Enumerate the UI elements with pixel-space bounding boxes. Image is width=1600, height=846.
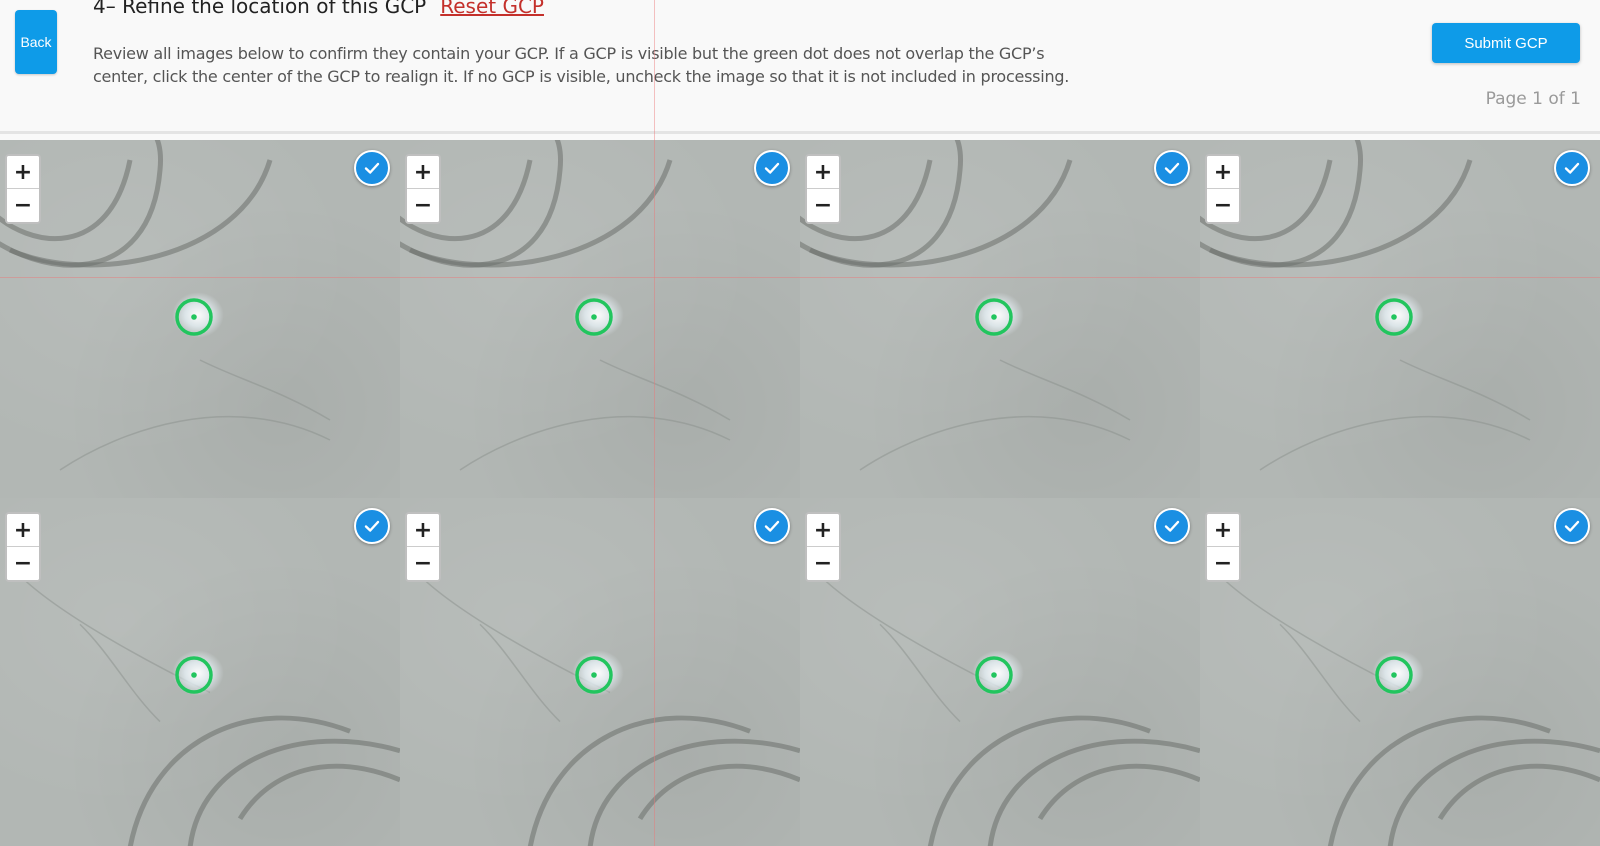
zoom-control: + − (5, 154, 41, 224)
gcp-target-icon[interactable] (974, 655, 1014, 695)
zoom-out-button[interactable]: − (407, 547, 439, 580)
zoom-in-button[interactable]: + (7, 514, 39, 547)
include-image-checkbox[interactable] (354, 508, 390, 544)
pavement-crack (859, 415, 1131, 471)
gcp-target-icon[interactable] (174, 655, 214, 695)
zoom-out-button[interactable]: − (7, 189, 39, 222)
include-image-checkbox[interactable] (1554, 150, 1590, 186)
check-icon (364, 520, 380, 532)
include-image-checkbox[interactable] (1154, 508, 1190, 544)
zoom-control: + − (405, 154, 441, 224)
tire-mark (1209, 159, 1473, 268)
zoom-control: + − (1205, 154, 1241, 224)
zoom-out-button[interactable]: − (407, 189, 439, 222)
include-image-checkbox[interactable] (1154, 150, 1190, 186)
pavement-crack (59, 415, 331, 471)
zoom-control: + − (805, 512, 841, 582)
gcp-target-icon[interactable] (574, 655, 614, 695)
tire-mark (587, 738, 800, 846)
gcp-image-tile[interactable]: + − (0, 140, 400, 498)
tire-mark (527, 715, 751, 846)
gcp-target-icon[interactable] (974, 297, 1014, 337)
check-icon (364, 162, 380, 174)
tire-mark (637, 763, 800, 821)
zoom-in-button[interactable]: + (7, 156, 39, 189)
image-grid: + − + − + − + − + − + − + − + − (0, 140, 1600, 846)
pavement-crack (999, 359, 1131, 421)
pavement-crack (1259, 415, 1531, 471)
gcp-image-tile[interactable]: + − (1200, 140, 1600, 498)
tire-mark (1437, 763, 1600, 821)
zoom-out-button[interactable]: − (1207, 189, 1239, 222)
zoom-in-button[interactable]: + (1207, 156, 1239, 189)
pavement-crack (1279, 623, 1361, 723)
header-bar: Back 4– Refine the location of this GCP … (0, 0, 1600, 134)
pavement-crack (599, 359, 731, 421)
pavement-crack (879, 623, 961, 723)
gcp-image-tile[interactable]: + − (800, 498, 1200, 846)
tire-mark (127, 715, 351, 846)
gcp-image-tile[interactable]: + − (800, 140, 1200, 498)
page-title: 4– Refine the location of this GCP (93, 0, 427, 18)
check-icon (764, 520, 780, 532)
zoom-out-button[interactable]: − (1207, 547, 1239, 580)
include-image-checkbox[interactable] (754, 150, 790, 186)
check-icon (1164, 520, 1180, 532)
pavement-crack (459, 415, 731, 471)
zoom-control: + − (405, 512, 441, 582)
pavement-crack (479, 623, 561, 723)
check-icon (1564, 162, 1580, 174)
submit-gcp-button[interactable]: Submit GCP (1432, 23, 1580, 63)
zoom-in-button[interactable]: + (807, 514, 839, 547)
zoom-out-button[interactable]: − (807, 547, 839, 580)
tire-mark (809, 159, 1073, 268)
tire-mark (9, 159, 273, 268)
check-icon (764, 162, 780, 174)
gcp-target-icon[interactable] (1374, 655, 1414, 695)
tire-mark (237, 763, 400, 821)
check-icon (1564, 520, 1580, 532)
gcp-target-icon[interactable] (1374, 297, 1414, 337)
include-image-checkbox[interactable] (1554, 508, 1590, 544)
check-icon (1164, 162, 1180, 174)
tire-mark (1387, 738, 1600, 846)
zoom-control: + − (1205, 512, 1241, 582)
page-indicator: Page 1 of 1 (1485, 89, 1581, 109)
zoom-control: + − (5, 512, 41, 582)
gcp-image-tile[interactable]: + − (0, 498, 400, 846)
gcp-image-tile[interactable]: + − (1200, 498, 1600, 846)
zoom-in-button[interactable]: + (807, 156, 839, 189)
zoom-control: + − (805, 154, 841, 224)
include-image-checkbox[interactable] (754, 508, 790, 544)
tire-mark (1327, 715, 1551, 846)
tire-mark (1037, 763, 1200, 821)
tire-mark (987, 738, 1200, 846)
tire-mark (927, 715, 1151, 846)
title-row: 4– Refine the location of this GCP Reset… (93, 0, 544, 24)
gcp-target-icon[interactable] (574, 297, 614, 337)
zoom-in-button[interactable]: + (407, 156, 439, 189)
zoom-out-button[interactable]: − (7, 547, 39, 580)
zoom-in-button[interactable]: + (407, 514, 439, 547)
zoom-in-button[interactable]: + (1207, 514, 1239, 547)
gcp-image-tile[interactable]: + − (400, 498, 800, 846)
pavement-crack (79, 623, 161, 723)
tire-mark (409, 159, 673, 268)
reset-gcp-link[interactable]: Reset GCP (440, 0, 544, 18)
tire-mark (187, 738, 400, 846)
back-button[interactable]: Back (15, 10, 57, 74)
pavement-crack (199, 359, 331, 421)
gcp-image-tile[interactable]: + − (400, 140, 800, 498)
gcp-target-icon[interactable] (174, 297, 214, 337)
zoom-out-button[interactable]: − (807, 189, 839, 222)
instructions-text: Review all images below to confirm they … (93, 44, 1070, 86)
include-image-checkbox[interactable] (354, 150, 390, 186)
pavement-crack (1399, 359, 1531, 421)
